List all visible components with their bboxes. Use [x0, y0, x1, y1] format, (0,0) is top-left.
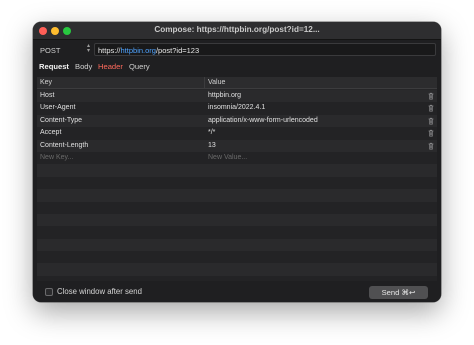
method-select[interactable]: POST ▴ ▾ — [37, 43, 93, 56]
empty-row — [37, 226, 437, 239]
new-value-input[interactable]: New Value... — [208, 154, 247, 161]
trash-icon[interactable] — [427, 92, 435, 100]
table-row[interactable]: Content-Type application/x-www-form-urle… — [37, 114, 437, 128]
column-divider[interactable] — [204, 77, 205, 89]
trash-icon[interactable] — [427, 117, 435, 125]
tab-request[interactable]: Request — [39, 62, 69, 71]
footer-bar: Close window after send Send ⌘↩ — [33, 284, 441, 302]
header-value[interactable]: httpbin.org — [208, 92, 241, 99]
header-value[interactable]: */* — [208, 129, 215, 136]
empty-row — [37, 189, 437, 202]
table-row[interactable]: Content-Length 13 — [37, 139, 437, 152]
trash-icon[interactable] — [427, 142, 435, 150]
tab-query[interactable]: Query — [129, 62, 150, 71]
url-path: /post — [155, 46, 173, 55]
new-header-row[interactable]: New Key... New Value... — [37, 151, 437, 165]
url-input[interactable]: https://httpbin.org/post?id=123 — [94, 43, 436, 56]
empty-row — [37, 251, 437, 264]
column-header-key: Key — [40, 79, 53, 86]
title-bar[interactable]: Compose: https://httpbin.org/post?id=12.… — [33, 22, 441, 40]
column-header-value: Value — [208, 79, 226, 86]
close-window-button[interactable] — [39, 27, 47, 35]
close-after-send-checkbox[interactable] — [45, 288, 53, 296]
tab-body[interactable]: Body — [75, 62, 92, 71]
new-key-input[interactable]: New Key... — [40, 154, 73, 161]
trash-icon[interactable] — [427, 129, 435, 137]
header-key[interactable]: Content-Length — [40, 142, 88, 149]
tab-header[interactable]: Header — [98, 62, 123, 71]
send-button[interactable]: Send ⌘↩ — [369, 286, 428, 299]
trash-icon[interactable] — [427, 104, 435, 112]
compose-window: Compose: https://httpbin.org/post?id=12.… — [33, 22, 441, 302]
table-row[interactable]: Accept */* — [37, 127, 437, 140]
header-value[interactable]: application/x-www-form-urlencoded — [208, 117, 318, 124]
minimize-window-button[interactable] — [51, 27, 59, 35]
url-host: httpbin.org — [120, 46, 156, 55]
url-scheme: https:// — [98, 46, 121, 55]
url-bar: POST ▴ ▾ https://httpbin.org/post?id=123 — [33, 40, 441, 59]
header-value[interactable]: insomnia/2022.4.1 — [208, 104, 265, 111]
empty-row — [37, 213, 437, 227]
method-label: POST — [40, 46, 61, 55]
header-key[interactable]: Accept — [40, 129, 61, 136]
request-tabs: Request Body Header Query — [33, 60, 441, 75]
close-after-send-label[interactable]: Close window after send — [57, 287, 142, 296]
url-query: ?id=123 — [172, 46, 200, 55]
empty-row — [37, 176, 437, 190]
window-title: Compose: https://httpbin.org/post?id=12.… — [154, 25, 320, 34]
empty-row — [37, 263, 437, 276]
header-key[interactable]: User-Agent — [40, 104, 75, 111]
header-key[interactable]: Content-Type — [40, 117, 82, 124]
table-row[interactable]: Host httpbin.org — [37, 90, 437, 103]
empty-row — [37, 238, 437, 252]
table-rows: Host httpbin.org User-Agent insomnia/202… — [37, 90, 437, 281]
table-row[interactable]: User-Agent insomnia/2022.4.1 — [37, 102, 437, 115]
empty-row — [37, 164, 437, 177]
header-value[interactable]: 13 — [208, 142, 216, 149]
maximize-window-button[interactable] — [63, 27, 71, 35]
empty-row — [37, 275, 437, 281]
empty-row — [37, 201, 437, 214]
chevron-up-down-icon: ▴ ▾ — [86, 43, 90, 54]
table-header: Key Value — [37, 77, 437, 89]
header-key[interactable]: Host — [40, 92, 54, 99]
header-table: Key Value Host httpbin.org User-Agent in… — [37, 77, 437, 281]
